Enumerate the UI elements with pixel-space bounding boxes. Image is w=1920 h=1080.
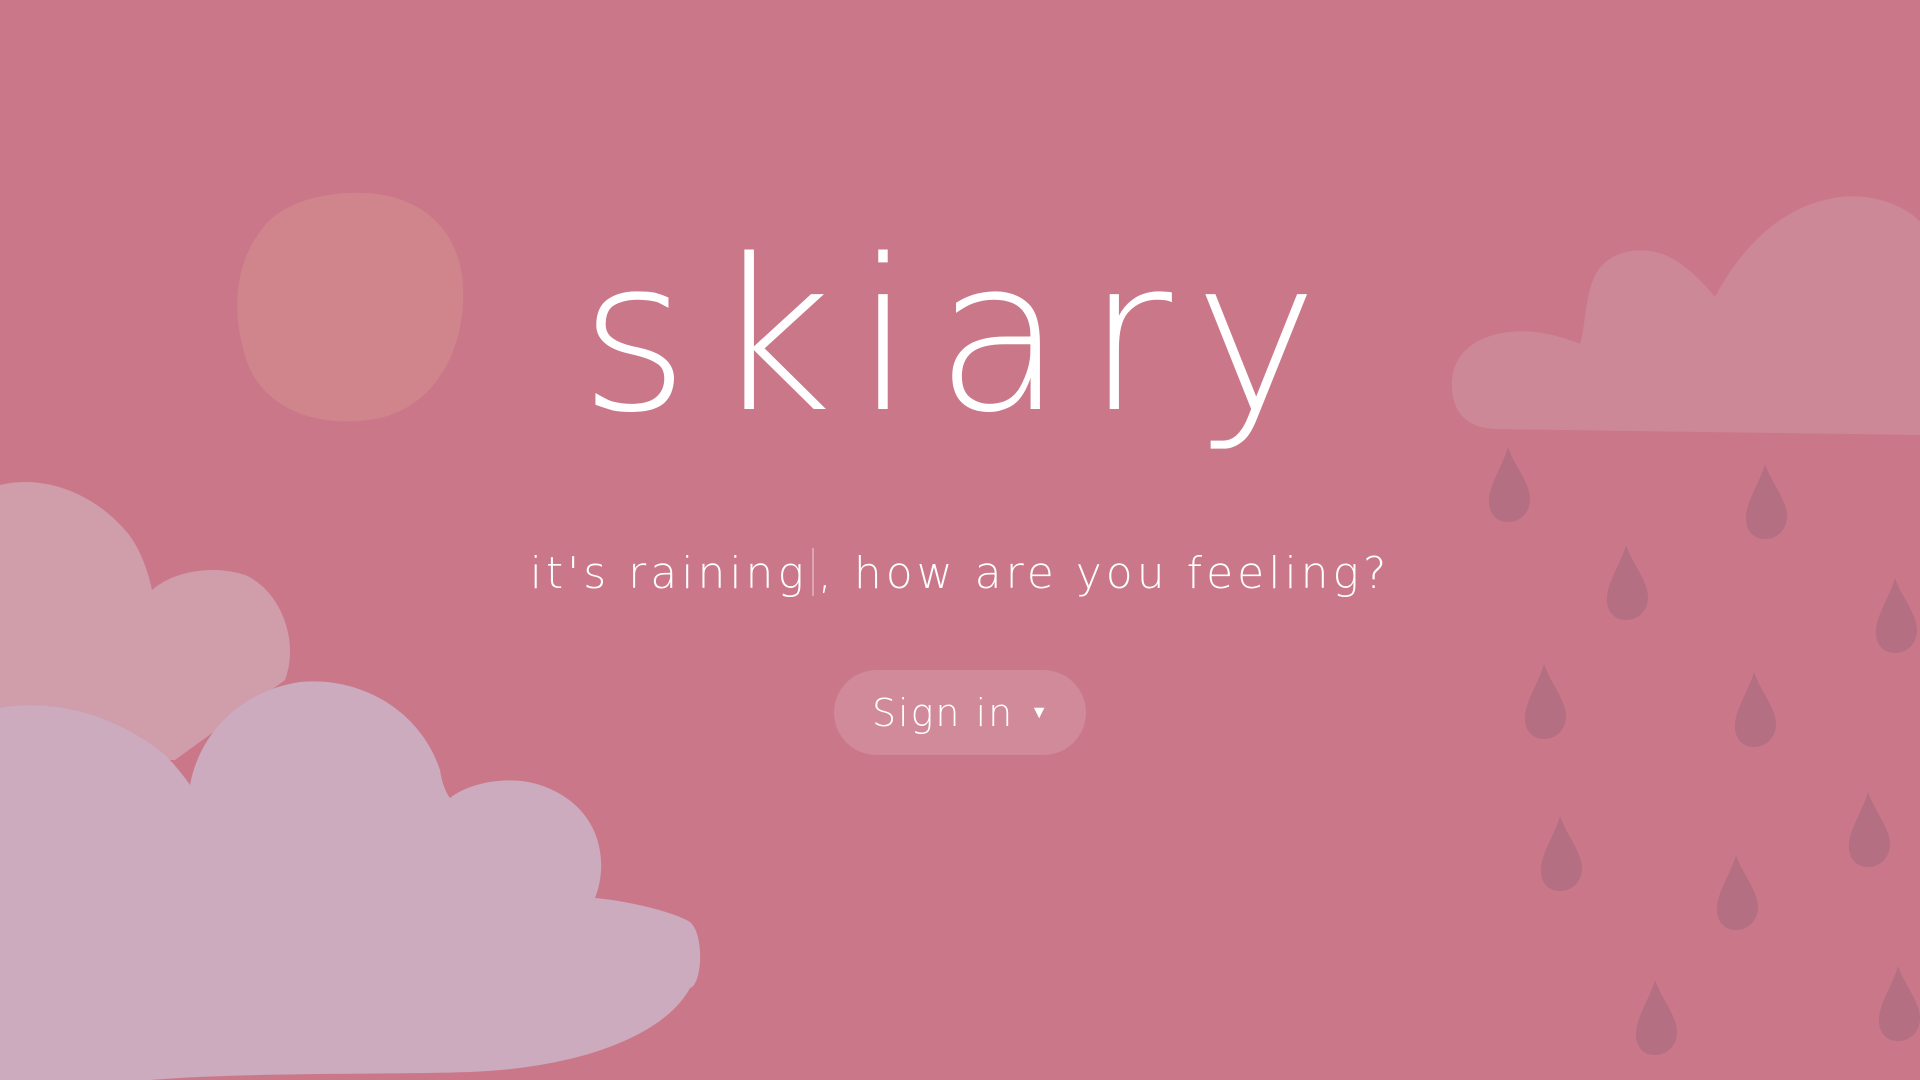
caret-down-icon: ▼	[1030, 702, 1049, 723]
sign-in-label: Sign in	[871, 690, 1015, 735]
raindrop-icon	[1540, 816, 1582, 891]
raindrops	[1488, 447, 1920, 1055]
raindrop-icon	[1878, 966, 1920, 1041]
cloud-icon	[1451, 196, 1920, 435]
sign-in-button[interactable]: Sign in ▼	[834, 670, 1086, 755]
raindrop-icon	[1734, 672, 1776, 747]
raindrop-icon	[1875, 578, 1917, 653]
raindrop-icon	[1488, 447, 1530, 522]
cloud-icon	[0, 681, 701, 1080]
raindrop-icon	[1848, 792, 1890, 867]
raindrop-icon	[1716, 855, 1758, 930]
background-illustration	[0, 192, 1920, 1080]
raindrop-icon	[1635, 980, 1677, 1055]
raindrop-icon	[1745, 464, 1787, 539]
raindrop-icon	[1524, 664, 1566, 739]
raindrop-icon	[1606, 545, 1648, 620]
sun-icon	[237, 192, 464, 422]
